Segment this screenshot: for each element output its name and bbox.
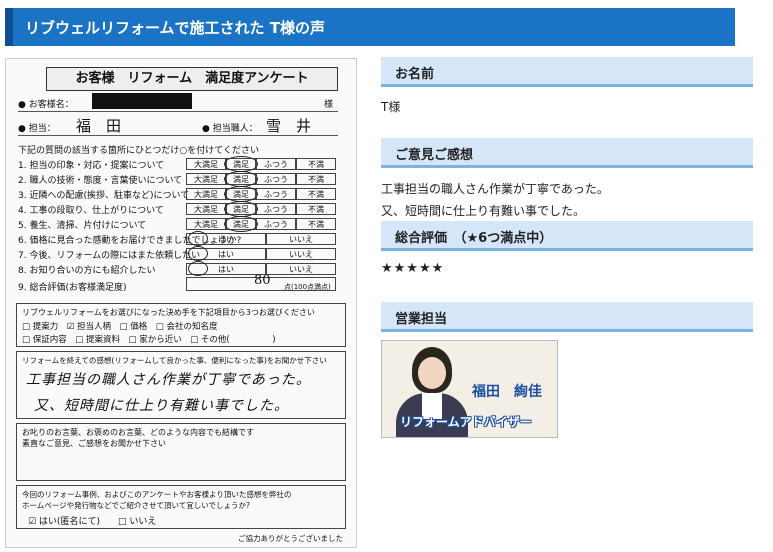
- question-7: 7. 今後、リフォームの際にはまた依頼したい: [18, 251, 201, 261]
- feedback-prompt-2: 素直なご意見、ご感想をお聞かせ下さい: [22, 439, 166, 448]
- rating-option: 不満: [296, 188, 336, 200]
- question-9: 9. 総合評価(お客様満足度): [18, 283, 127, 293]
- honorific: 様: [324, 100, 334, 110]
- circle-mark: [224, 156, 258, 172]
- question-5: 5. 養生、清掃、片付けについて: [18, 221, 147, 231]
- rating-option: 大満足: [186, 218, 226, 230]
- circle-mark: [224, 201, 258, 217]
- rating-option: 大満足: [186, 203, 226, 215]
- impression-handwritten-1: 工事担当の職人さん作業が丁寧であった。: [26, 372, 311, 388]
- impression-handwritten-2: 又、短時間に仕上り有難い事でした。: [34, 398, 289, 414]
- reason-prompt: リブウェルリフォームをお選びになった決め手を下記項目から3つお選びください: [22, 308, 315, 317]
- permission-options: ☑ はい(匿名にて) □ いいえ: [28, 517, 157, 527]
- question-8: 8. お知り合いの方にも紹介したい: [18, 266, 156, 276]
- rating-option: 不満: [296, 203, 336, 215]
- rating-option: 不満: [296, 158, 336, 170]
- question-1: 1. 担当の印象・対応・提案について: [18, 161, 165, 171]
- thanks-text: ご協力ありがとうございました: [238, 534, 343, 543]
- staff-value: 福 田: [76, 117, 122, 135]
- page-title-bar: リブウェルリフォームで施工された T様の声: [5, 8, 735, 46]
- staff-label: ● 担当：: [18, 124, 56, 134]
- rating-option: 不満: [296, 218, 336, 230]
- q8-no: いいえ: [266, 263, 336, 275]
- reason-row-2: □ 保証内容 □ 提案資料 □ 家から近い □ その他( ): [22, 335, 276, 345]
- rating-option: ふつう: [256, 203, 296, 215]
- circle-mark: [224, 186, 258, 202]
- sales-rep-photo: 福田 絢佳 リフォームアドバイザー: [381, 340, 558, 438]
- section-header-rating: 総合評価 （★6つ満点中）: [381, 221, 753, 251]
- rating-option: 不満: [296, 173, 336, 185]
- survey-title: お客様 リフォーム 満足度アンケート: [46, 67, 338, 91]
- circle-mark: [188, 261, 208, 276]
- circle-mark: [188, 246, 208, 261]
- section-header-sales: 営業担当: [381, 302, 753, 332]
- question-3: 3. 近隣への配慮(挨拶、駐車など)について: [18, 191, 190, 201]
- section-header-name: お名前: [381, 57, 753, 87]
- score-value: 80: [254, 273, 271, 288]
- opinion-line-1: 工事担当の職人さん作業が丁寧であった。: [381, 182, 609, 196]
- q7-no: いいえ: [266, 248, 336, 260]
- craftsman-value: 雪 井: [266, 117, 312, 135]
- permission-prompt-1: 今回のリフォーム事例、およびこのアンケートやお客様より頂いた感想を弊社の: [22, 490, 292, 499]
- rating-option: ふつう: [256, 188, 296, 200]
- reason-row-1: □ 提案力 ☑ 担当人柄 □ 価格 □ 会社の知名度: [22, 322, 218, 332]
- craftsman-label: ● 担当職人：: [202, 124, 258, 134]
- q6-no: いいえ: [266, 233, 336, 245]
- sales-rep-name: 福田 絢佳: [472, 384, 542, 400]
- circle-mark: [188, 231, 208, 246]
- survey-scan-image: お客様 リフォーム 満足度アンケート ● お客様名： 様 ● 担当： 福 田 ●…: [5, 58, 357, 548]
- rating-option: 大満足: [186, 158, 226, 170]
- opinion-line-2: 又、短時間に仕上り有難い事でした。: [381, 204, 586, 218]
- rating-option: ふつう: [256, 158, 296, 170]
- section-heading: ご意見ご感想: [395, 148, 474, 163]
- section-heading: 営業担当: [395, 312, 448, 327]
- rating-option: ふつう: [256, 218, 296, 230]
- rating-option: 大満足: [186, 188, 226, 200]
- question-4: 4. 工事の段取り、仕上がりについて: [18, 206, 164, 216]
- circle-mark: [224, 216, 258, 232]
- rating-option: 大満足: [186, 173, 226, 185]
- rating-option: ふつう: [256, 173, 296, 185]
- circle-mark: [224, 171, 258, 187]
- customer-label: ● お客様名：: [18, 100, 74, 110]
- survey-instructions: 下記の質問の該当する箇所にひとつだけ○を付けてください: [18, 146, 259, 156]
- redacted-name: [92, 93, 192, 109]
- section-heading: 総合評価 （★6つ満点中）: [395, 231, 553, 246]
- sales-rep-role: リフォームアドバイザー: [400, 415, 532, 429]
- rating-stars: ★★★★★: [381, 261, 445, 276]
- score-unit: 点(100点満点): [284, 283, 331, 291]
- page-title: リブウェルリフォームで施工された T様の声: [25, 19, 326, 37]
- section-header-opinion: ご意見ご感想: [381, 138, 753, 168]
- impression-prompt: リフォームを終えての感想(リフォームして良かった事、便利になった事)をお聞かせ下…: [22, 356, 327, 365]
- feedback-prompt-1: お叱りのお言葉、お褒めのお言葉、どのような内容でも結構です: [22, 428, 254, 437]
- question-2: 2. 職人の技術・態度・言葉使いについて: [18, 176, 183, 186]
- customer-name: T様: [381, 100, 401, 114]
- section-heading: お名前: [395, 67, 435, 82]
- permission-prompt-2: ホームページや発行物などでご紹介させて頂いて宜しいでしょうか?: [22, 501, 251, 510]
